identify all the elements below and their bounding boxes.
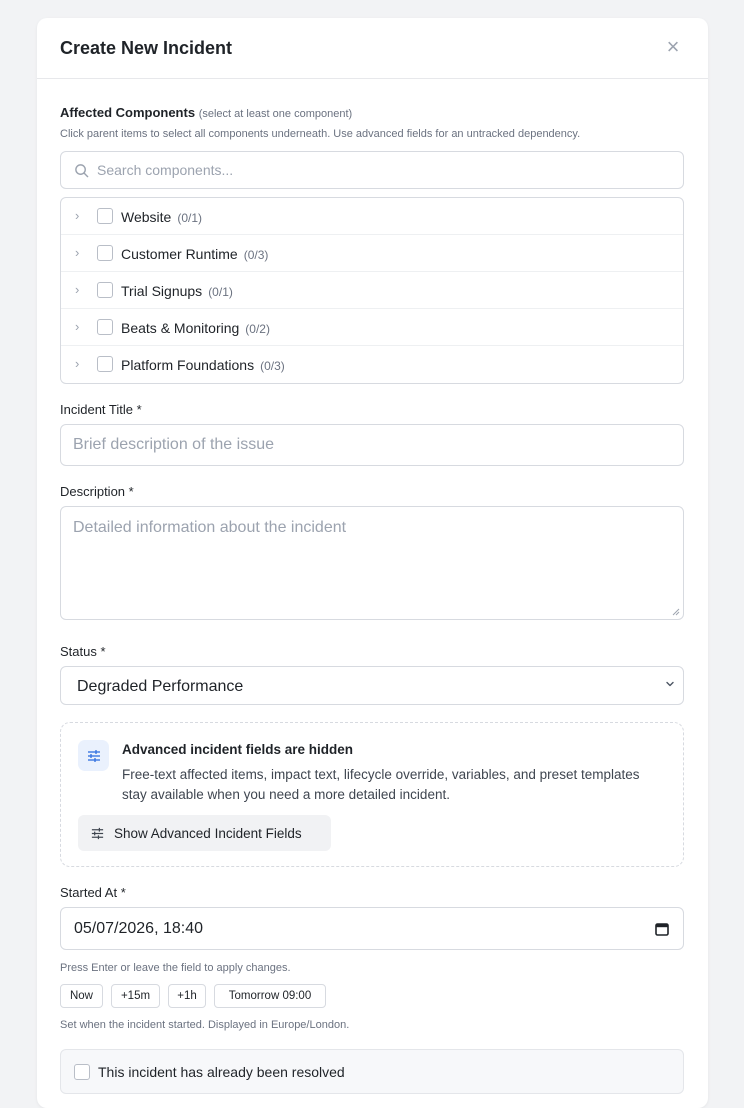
incident-title-label: Incident Title *: [60, 402, 142, 417]
started-at-apply-hint: Press Enter or leave the field to apply …: [60, 962, 291, 974]
component-row-platform-foundations[interactable]: › Platform Foundations (0/3): [61, 346, 683, 383]
component-count: (0/1): [177, 211, 203, 225]
resize-handle-icon[interactable]: [672, 608, 680, 616]
component-label: Beats & Monitoring (0/2): [121, 320, 270, 336]
component-checkbox[interactable]: [97, 356, 113, 372]
components-label-text: Affected Components: [60, 105, 196, 120]
preset-now-button[interactable]: Now: [60, 984, 103, 1008]
status-label: Status *: [60, 644, 106, 659]
modal-header: Create New Incident ×: [37, 18, 708, 79]
component-label: Platform Foundations (0/3): [121, 357, 285, 373]
advanced-panel-description: Free-text affected items, impact text, l…: [122, 767, 640, 802]
component-label: Customer Runtime (0/3): [121, 246, 269, 262]
component-count: (0/2): [245, 322, 270, 336]
description-textarea[interactable]: [61, 507, 683, 619]
description-label: Description *: [60, 484, 134, 499]
component-row-trial-signups[interactable]: › Trial Signups (0/1): [61, 272, 683, 309]
preset-15m-button[interactable]: +15m: [111, 984, 160, 1008]
component-label: Trial Signups (0/1): [121, 283, 233, 299]
components-label-hint: (select at least one component): [198, 108, 353, 120]
search-icon: [75, 164, 89, 178]
preset-tomorrow-button[interactable]: Tomorrow 09:00: [214, 984, 326, 1008]
component-checkbox[interactable]: [97, 208, 113, 224]
advanced-fields-panel: Advanced incident fields are hidden Free…: [60, 722, 684, 867]
component-row-website[interactable]: › Website (0/1): [61, 198, 683, 235]
show-advanced-fields-button[interactable]: Show Advanced Incident Fields: [78, 815, 331, 851]
chevron-right-icon[interactable]: ›: [75, 246, 87, 259]
component-checkbox[interactable]: [97, 319, 113, 335]
component-tree: › Website (0/1) › Customer Runtime (0/3) ›…: [60, 197, 684, 384]
sliders-icon: [91, 827, 104, 839]
components-label: Affected Components (select at least one…: [60, 105, 352, 120]
already-resolved-label[interactable]: This incident has already been resolved: [98, 1064, 345, 1080]
component-checkbox[interactable]: [97, 282, 113, 298]
started-at-value: 05/07/2026, 18:40: [74, 920, 204, 937]
sliders-icon: [78, 740, 109, 771]
chevron-right-icon[interactable]: ›: [75, 320, 87, 333]
started-at-input[interactable]: 05/07/2026, 18:40: [60, 907, 684, 950]
already-resolved-checkbox[interactable]: [74, 1064, 90, 1080]
description-field[interactable]: [60, 506, 684, 620]
incident-title-field[interactable]: [60, 424, 684, 466]
component-row-beats-monitoring[interactable]: › Beats & Monitoring (0/2): [61, 309, 683, 346]
status-select[interactable]: Degraded Performance: [60, 666, 684, 705]
already-resolved-option[interactable]: This incident has already been resolved: [60, 1049, 684, 1094]
chevron-right-icon[interactable]: ›: [75, 209, 87, 222]
show-advanced-fields-label: Show Advanced Incident Fields: [114, 825, 302, 841]
component-label: Website (0/1): [121, 209, 203, 225]
component-count: (0/3): [260, 359, 285, 373]
close-icon[interactable]: ×: [662, 36, 684, 59]
modal-title: Create New Incident: [60, 38, 233, 58]
component-checkbox[interactable]: [97, 245, 113, 261]
advanced-panel-title: Advanced incident fields are hidden: [122, 742, 354, 757]
chevron-right-icon[interactable]: ›: [75, 357, 87, 370]
calendar-icon[interactable]: [655, 922, 669, 936]
preset-1h-button[interactable]: +1h: [168, 984, 206, 1008]
create-incident-modal: Create New Incident × Affected Component…: [37, 18, 708, 1108]
component-search-field[interactable]: [60, 151, 684, 189]
component-count: (0/1): [208, 285, 233, 299]
component-row-customer-runtime[interactable]: › Customer Runtime (0/3): [61, 235, 683, 272]
chevron-right-icon[interactable]: ›: [75, 283, 87, 296]
status-selected-value: Degraded Performance: [77, 678, 244, 695]
started-at-timezone-hint: Set when the incident started. Displayed…: [60, 1019, 350, 1031]
chevron-down-icon: [666, 681, 674, 687]
started-at-label: Started At *: [60, 885, 126, 900]
component-search-input[interactable]: [97, 152, 667, 188]
component-count: (0/3): [243, 248, 269, 262]
incident-title-input[interactable]: [61, 425, 683, 465]
components-help-text: Click parent items to select all compone…: [60, 128, 581, 140]
